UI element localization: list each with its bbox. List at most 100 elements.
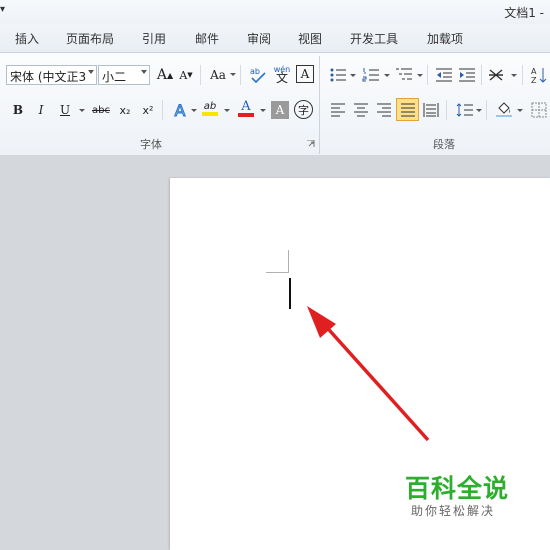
shading-button[interactable] <box>494 99 514 119</box>
highlight-icon: ab <box>203 100 217 112</box>
align-left-icon <box>331 103 345 117</box>
borders-button[interactable] <box>529 100 549 120</box>
chinese-layout-icon <box>489 69 503 81</box>
tab-review[interactable]: 审阅 <box>247 30 271 47</box>
tab-page-layout[interactable]: 页面布局 <box>66 30 114 47</box>
distributed-icon <box>423 103 439 117</box>
tab-insert[interactable]: 插入 <box>15 30 39 47</box>
watermark-title: 百科全说 <box>405 474 510 503</box>
distributed-button[interactable] <box>421 100 441 120</box>
decrease-indent-button[interactable] <box>434 65 454 85</box>
strikethrough-icon: abc <box>92 104 110 116</box>
tab-view[interactable]: 视图 <box>298 30 322 47</box>
char-border-button[interactable]: A <box>296 65 314 83</box>
font-color-icon: A <box>241 98 251 114</box>
ribbon-tabs: 插入 页面布局 引用 邮件 审阅 视图 开发工具 加载项 <box>0 24 550 52</box>
chevron-down-icon[interactable] <box>511 74 517 77</box>
increase-indent-button[interactable] <box>457 65 477 85</box>
italic-button[interactable]: I <box>31 100 51 120</box>
enclose-char-button[interactable]: 字 <box>294 100 313 119</box>
line-spacing-button[interactable] <box>455 100 475 120</box>
char-shading-button[interactable]: A <box>271 101 289 119</box>
tab-references[interactable]: 引用 <box>142 30 166 47</box>
chinese-layout-button[interactable] <box>488 65 508 85</box>
chevron-down-icon[interactable] <box>517 109 523 112</box>
chevron-down-icon[interactable] <box>79 109 85 112</box>
separator <box>162 100 163 120</box>
phonetic-guide-button[interactable]: wén 文 <box>272 64 292 84</box>
bullets-icon <box>330 68 346 82</box>
chevron-down-icon[interactable] <box>224 109 230 112</box>
chevron-down-icon[interactable] <box>350 74 356 77</box>
char-shading-icon: A <box>275 103 285 117</box>
highlight-button[interactable]: ab <box>200 98 220 118</box>
line-spacing-icon <box>456 103 473 117</box>
superscript-button[interactable]: x² <box>138 100 158 120</box>
paint-bucket-icon <box>496 102 512 117</box>
group-separator <box>319 56 320 154</box>
clear-format-button[interactable]: ab <box>248 65 268 85</box>
multilevel-list-icon <box>396 68 412 80</box>
svg-text:A: A <box>531 67 537 76</box>
subscript-button[interactable]: x₂ <box>115 100 135 120</box>
font-color-button[interactable]: A <box>236 98 256 118</box>
font-group-label: 字体 <box>140 138 162 151</box>
arrow-shaft <box>320 320 430 442</box>
document-title: 文档1 - <box>504 6 544 20</box>
underline-icon: U <box>59 103 71 117</box>
increase-indent-icon <box>459 68 475 82</box>
char-border-icon: A <box>300 67 310 81</box>
phonetic-guide-char: 文 <box>275 71 288 85</box>
strikethrough-button[interactable]: abc <box>89 100 113 120</box>
tab-mailings[interactable]: 邮件 <box>195 30 219 47</box>
font-name-combo[interactable]: 宋体 (中文正3 <box>6 65 97 85</box>
font-size-combo[interactable]: 小二 <box>98 65 150 85</box>
tab-developer[interactable]: 开发工具 <box>350 30 398 47</box>
bold-button[interactable]: B <box>8 100 28 120</box>
sort-icon: AZ <box>531 67 547 84</box>
font-size-value: 小二 <box>102 70 127 84</box>
text-effect-icon: A <box>174 100 186 120</box>
grow-font-icon: A <box>156 67 167 83</box>
sort-button[interactable]: AZ <box>529 65 549 85</box>
chevron-down-icon[interactable] <box>230 73 236 76</box>
numbering-button[interactable] <box>361 65 381 85</box>
shrink-font-button[interactable]: A ▼ <box>176 65 196 85</box>
chevron-down-icon <box>88 70 94 74</box>
chevron-down-icon[interactable] <box>384 74 390 77</box>
align-left-button[interactable] <box>328 100 348 120</box>
quick-access-dropdown-icon[interactable]: ▾ <box>0 4 5 15</box>
chevron-down-icon[interactable] <box>476 109 482 112</box>
font-name-value: 宋体 (中文正3 <box>10 70 87 84</box>
watermark-subtitle: 助你轻松解决 <box>411 504 496 518</box>
separator <box>427 65 428 85</box>
change-case-icon: Aa <box>210 68 226 82</box>
chevron-down-icon[interactable] <box>260 109 266 112</box>
bold-icon: B <box>12 103 24 117</box>
numbering-icon <box>362 68 379 82</box>
separator <box>481 65 482 85</box>
justify-button[interactable] <box>396 98 419 121</box>
align-right-icon <box>377 103 391 117</box>
font-color-bar <box>238 112 254 117</box>
svg-text:Z: Z <box>531 76 537 84</box>
grow-font-button[interactable]: A ▲ <box>155 65 175 85</box>
change-case-button[interactable]: Aa <box>206 65 230 85</box>
underline-button[interactable]: U <box>55 100 75 120</box>
bullets-button[interactable] <box>328 65 348 85</box>
red-arrow-annotation <box>307 306 430 442</box>
align-right-button[interactable] <box>374 100 394 120</box>
title-bar: ▾ 文档1 - <box>0 0 550 24</box>
dialog-launcher-icon[interactable] <box>307 140 315 148</box>
align-center-button[interactable] <box>351 100 371 120</box>
chevron-down-icon[interactable] <box>417 74 423 77</box>
italic-icon: I <box>38 103 44 117</box>
text-effect-button[interactable]: A <box>170 100 190 120</box>
tab-add-ins[interactable]: 加载项 <box>427 30 463 47</box>
highlight-color-bar <box>202 111 218 116</box>
align-center-icon <box>354 103 368 117</box>
multilevel-list-button[interactable] <box>394 65 414 85</box>
paragraph-group-label: 段落 <box>433 138 455 151</box>
chevron-down-icon[interactable] <box>191 109 197 112</box>
svg-text:ab: ab <box>250 67 260 76</box>
